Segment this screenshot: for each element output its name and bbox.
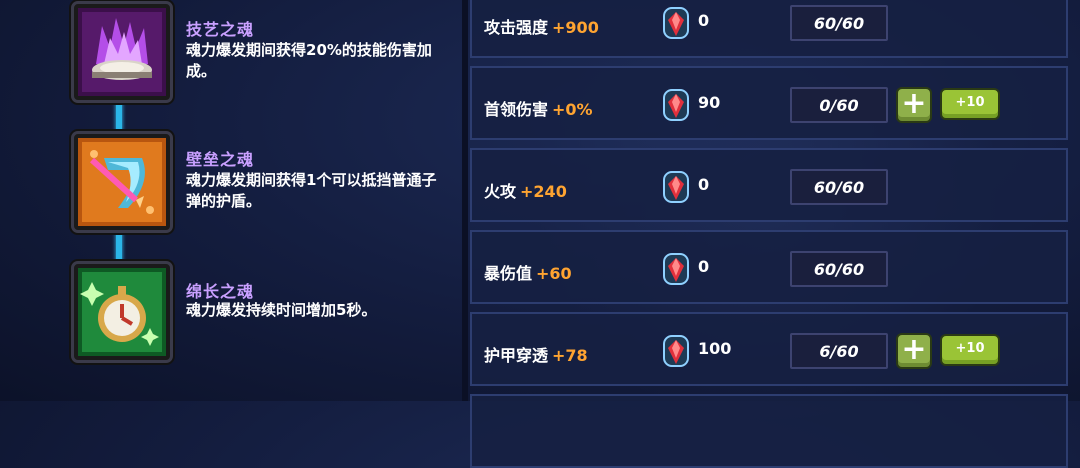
stat-label: 护甲穿透 +78 — [484, 342, 588, 366]
stat-bonus: +78 — [552, 346, 588, 365]
stat-row: 暴伤值 +60 0 60/60 — [470, 230, 1068, 304]
soul-description: 魂力爆发持续时间增加5秒。 — [186, 301, 377, 319]
bulwark-soul-icon[interactable] — [74, 134, 170, 230]
soul-name: 壁垒之魂 — [186, 150, 255, 169]
upgrade-plus10-button[interactable]: +10 — [940, 88, 1000, 120]
soul-name: 技艺之魂 — [186, 20, 255, 39]
gem-count: 0 — [698, 175, 710, 194]
upgrade-plus-button[interactable]: + — [896, 87, 932, 123]
stat-bonus: +60 — [536, 264, 572, 283]
stat-level: 60/60 — [790, 169, 888, 205]
gem-count: 90 — [698, 93, 721, 112]
stat-row: 攻击强度 +900 0 60/60 — [470, 0, 1068, 58]
stat-label: 攻击强度 +900 — [484, 14, 599, 38]
stat-label: 首领伤害 +0% — [484, 96, 593, 120]
red-gem-icon — [663, 7, 689, 39]
soul-description: 魂力爆发期间获得20%的技能伤害加成。 — [186, 41, 432, 80]
gem-count: 0 — [698, 257, 710, 276]
stat-name: 首领伤害 — [484, 100, 549, 119]
red-gem-icon — [663, 89, 689, 121]
soul-name: 绵长之魂 — [186, 282, 255, 301]
stats-list: 攻击强度 +900 0 60/60 首领伤害 +0% 90 0/60 + +10 火… — [470, 0, 1070, 468]
upgrade-plus-button[interactable]: + — [896, 333, 932, 369]
stat-row: 护甲穿透 +78 100 6/60 + +10 — [470, 312, 1068, 386]
stat-row — [470, 394, 1068, 468]
stat-name: 火攻 — [484, 182, 517, 201]
soul-description: 魂力爆发期间获得1个可以抵挡普通子弹的护盾。 — [186, 171, 437, 210]
red-gem-icon — [663, 335, 689, 367]
stat-level: 60/60 — [790, 5, 888, 41]
stat-bonus: +0% — [552, 100, 593, 119]
red-gem-icon — [663, 253, 689, 285]
stat-label: 火攻 +240 — [484, 178, 567, 202]
stat-name: 护甲穿透 — [484, 346, 549, 365]
stat-name: 攻击强度 — [484, 18, 549, 37]
upgrade-plus10-button[interactable]: +10 — [940, 334, 1000, 366]
red-gem-icon — [663, 171, 689, 203]
panel-divider — [462, 0, 468, 401]
gem-count: 0 — [698, 11, 710, 30]
stat-bonus: +240 — [520, 182, 567, 201]
stat-level: 0/60 — [790, 87, 888, 123]
stat-level: 6/60 — [790, 333, 888, 369]
skill-soul-icon[interactable] — [74, 4, 170, 100]
stat-row: 首领伤害 +0% 90 0/60 + +10 — [470, 66, 1068, 140]
stat-level: 60/60 — [790, 251, 888, 287]
stat-name: 暴伤值 — [484, 264, 533, 283]
stat-bonus: +900 — [552, 18, 599, 37]
gem-count: 100 — [698, 339, 732, 358]
soul-talent-panel: 技艺之魂 魂力爆发期间获得20%的技能伤害加成。 壁垒之魂 魂力爆发期间获得1个… — [0, 0, 462, 401]
stat-label: 暴伤值 +60 — [484, 260, 572, 284]
endurance-soul-icon[interactable] — [74, 264, 170, 360]
stat-row: 火攻 +240 0 60/60 — [470, 148, 1068, 222]
